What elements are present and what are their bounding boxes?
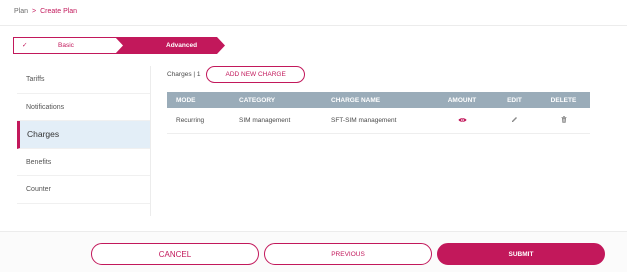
breadcrumb-separator: > bbox=[32, 8, 37, 15]
breadcrumb-current: Create Plan bbox=[40, 8, 78, 15]
breadcrumb-plan[interactable]: Plan bbox=[14, 8, 28, 15]
pencil-icon[interactable] bbox=[511, 116, 518, 123]
cell-mode: Recurring bbox=[176, 117, 205, 124]
create-plan-page: Plan > Create Plan ✓ Basic Advanced Tari… bbox=[0, 0, 627, 272]
column-category: CATEGORY bbox=[239, 96, 276, 104]
cell-amount bbox=[432, 117, 492, 125]
column-mode: MODE bbox=[176, 96, 196, 104]
column-edit: EDIT bbox=[507, 96, 522, 104]
cancel-button[interactable]: CANCEL bbox=[91, 243, 259, 265]
step-advanced-label: Advanced bbox=[166, 42, 198, 49]
sidebar-item-charges[interactable]: Charges bbox=[17, 121, 150, 149]
table-row: Recurring SIM management SFT-SIM managem… bbox=[167, 108, 590, 134]
sidebar-item-counter[interactable]: Counter bbox=[17, 176, 150, 204]
cell-edit bbox=[492, 116, 537, 125]
eye-icon[interactable] bbox=[458, 117, 467, 123]
previous-button[interactable]: PREVIOUS bbox=[264, 243, 432, 265]
table-header: MODE CATEGORY CHARGE NAME AMOUNT EDIT DE… bbox=[167, 92, 590, 108]
sidebar-item-benefits[interactable]: Benefits bbox=[17, 149, 150, 176]
check-icon: ✓ bbox=[22, 42, 28, 49]
breadcrumb: Plan > Create Plan bbox=[14, 8, 77, 15]
step-basic-label: Basic bbox=[58, 42, 74, 49]
cell-delete bbox=[537, 116, 590, 125]
column-charge-name: CHARGE NAME bbox=[331, 96, 381, 104]
cell-category: SIM management bbox=[239, 117, 291, 124]
header-divider bbox=[0, 25, 627, 26]
submit-button[interactable]: SUBMIT bbox=[437, 243, 605, 265]
cell-charge-name: SFT-SIM management bbox=[331, 117, 397, 124]
footer-bar: CANCEL PREVIOUS SUBMIT bbox=[0, 232, 627, 272]
sidebar: Tariffs Notifications Charges Benefits C… bbox=[17, 66, 151, 216]
trash-icon[interactable] bbox=[561, 116, 567, 123]
charges-table: MODE CATEGORY CHARGE NAME AMOUNT EDIT DE… bbox=[167, 92, 590, 134]
column-amount: AMOUNT bbox=[447, 96, 477, 104]
stepper: ✓ Basic Advanced bbox=[13, 37, 225, 54]
column-delete: DELETE bbox=[550, 96, 577, 104]
sidebar-item-tariffs[interactable]: Tariffs bbox=[17, 66, 150, 94]
add-new-charge-button[interactable]: ADD NEW CHARGE bbox=[206, 66, 305, 83]
sidebar-item-notifications[interactable]: Notifications bbox=[17, 94, 150, 121]
charges-header: Charges | 1 ADD NEW CHARGE bbox=[167, 66, 305, 83]
charges-count: Charges | 1 bbox=[167, 71, 201, 78]
